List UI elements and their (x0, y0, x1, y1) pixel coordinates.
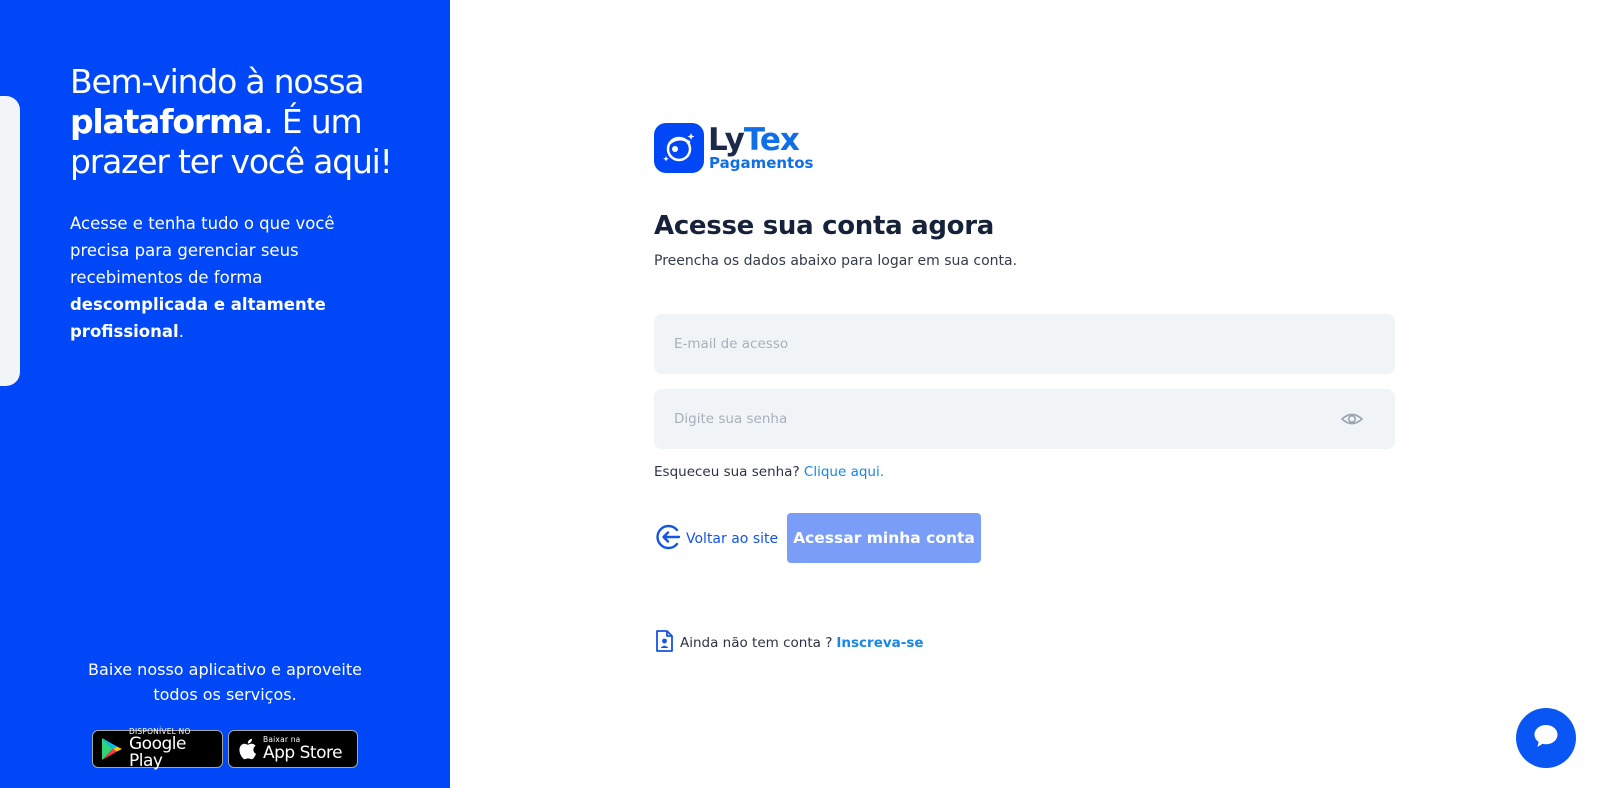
chat-icon (1531, 721, 1561, 755)
google-play-button[interactable]: DISPONÍVEL NO Google Play (92, 728, 223, 772)
logo-name: LyTex (708, 122, 813, 158)
welcome-subtext: Acesse e tenha tudo o que você precisa p… (70, 210, 350, 345)
download-app-text: Baixe nosso aplicativo e aproveite todos… (88, 660, 362, 704)
lytex-logo: LyTex Pagamentos (654, 123, 813, 173)
page-subtitle: Preencha os dados abaixo para logar em s… (654, 253, 1018, 269)
back-to-site-label: Voltar ao site (686, 531, 779, 547)
eye-icon[interactable] (1340, 409, 1364, 433)
signup-text: Ainda não tem conta ? (680, 635, 833, 651)
logo-subtitle: Pagamentos (709, 154, 814, 172)
signup-prompt: Ainda não tem conta ? Inscreva-se (654, 629, 924, 657)
forgot-password-text: Esqueceu sua senha? (654, 464, 800, 480)
subtext-text: Acesse e tenha tudo o que você precisa p… (70, 214, 335, 287)
rocket-logo-icon (654, 123, 704, 173)
password-field[interactable] (654, 389, 1395, 449)
headline-text: Bem-vindo à nossa (70, 62, 365, 101)
password-field-container (654, 389, 1395, 449)
google-play-icon (101, 737, 123, 761)
welcome-headline: Bem-vindo à nossa plataforma. É um praze… (70, 62, 410, 182)
forgot-password-link[interactable]: Clique aqui. (804, 464, 884, 480)
login-button[interactable]: Acessar minha conta (787, 513, 981, 563)
back-arrow-icon (654, 523, 682, 555)
logo-name-tex: Tex (743, 122, 800, 158)
document-user-icon (654, 629, 674, 657)
side-tab (0, 96, 20, 386)
page-title: Acesse sua conta agora (654, 211, 994, 241)
back-to-site-link[interactable]: Voltar ao site (654, 523, 778, 555)
forgot-password: Esqueceu sua senha? Clique aqui. (654, 464, 884, 480)
apple-icon (237, 737, 257, 761)
welcome-panel: Bem-vindo à nossa plataforma. É um praze… (0, 0, 450, 788)
subtext-end: . (178, 322, 184, 341)
email-field[interactable] (654, 314, 1395, 374)
email-field-container (654, 314, 1395, 374)
logo-name-ly: Ly (708, 122, 745, 158)
subtext-bold: descomplicada e altamente profissional (70, 295, 326, 341)
chat-button[interactable] (1516, 708, 1576, 768)
google-play-big: Google Play (129, 734, 186, 772)
headline-bold: plataforma (70, 102, 264, 141)
signup-link[interactable]: Inscreva-se (836, 635, 923, 651)
app-store-button[interactable]: Baixar na App Store (228, 730, 358, 768)
app-store-big: App Store (263, 742, 343, 763)
